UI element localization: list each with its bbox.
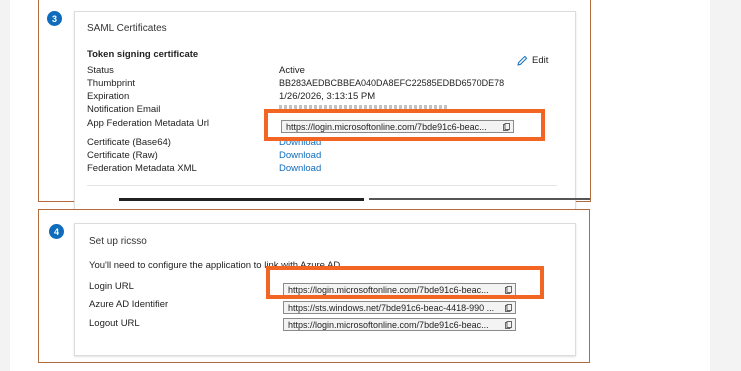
federation-xml-download-link[interactable]: Download	[279, 163, 321, 174]
copy-icon[interactable]	[505, 304, 512, 312]
section3-snip: 3 SAML Certificates Edit Token signing c…	[38, 0, 591, 213]
logout-url-text: https://login.microsoftonline.com/7bde91…	[288, 320, 489, 330]
highlight-app-federation-url	[264, 109, 545, 141]
cert-raw-download-link[interactable]: Download	[279, 150, 321, 161]
edit-button[interactable]: Edit	[517, 55, 548, 66]
step-3-badge: 3	[47, 11, 62, 26]
screenshot-edge-bar	[119, 198, 364, 201]
logout-url-label: Logout URL	[89, 318, 140, 329]
app-federation-url-label: App Federation Metadata Url	[87, 118, 209, 129]
thumbprint-label: Thumbprint	[87, 78, 136, 89]
logout-url-field[interactable]: https://login.microsoftonline.com/7bde91…	[283, 318, 516, 331]
edit-label: Edit	[532, 55, 549, 66]
federation-xml-label: Federation Metadata XML	[87, 163, 197, 174]
login-url-label: Login URL	[89, 281, 134, 292]
status-label: Status	[87, 65, 114, 76]
copy-icon[interactable]	[505, 321, 512, 329]
highlight-login-url	[266, 266, 544, 299]
cert-base64-label: Certificate (Base64)	[87, 137, 171, 148]
token-signing-heading: Token signing certificate	[87, 49, 199, 60]
section-title: SAML Certificates	[87, 23, 167, 34]
cert-raw-label: Certificate (Raw)	[87, 150, 158, 161]
azure-ad-identifier-field[interactable]: https://sts.windows.net/7bde91c6-beac-44…	[283, 301, 516, 314]
notification-email-label: Notification Email	[87, 104, 161, 115]
status-value: Active	[279, 65, 305, 76]
setup-title: Set up ricsso	[89, 236, 147, 247]
expiration-label: Expiration	[87, 91, 130, 102]
thumbprint-value: BB283AEDBCBBEA040DA8EFC22585EDBD6570DE78	[279, 78, 505, 88]
azure-ad-identifier-text: https://sts.windows.net/7bde91c6-beac-44…	[288, 303, 495, 313]
step-4-badge: 4	[49, 224, 64, 239]
azure-ad-identifier-label: Azure AD Identifier	[89, 299, 169, 310]
expiration-value: 1/26/2026, 3:13:15 PM	[279, 91, 376, 102]
screenshot-edge-bar-2	[369, 198, 590, 200]
pencil-icon	[517, 55, 528, 66]
divider	[87, 185, 557, 186]
